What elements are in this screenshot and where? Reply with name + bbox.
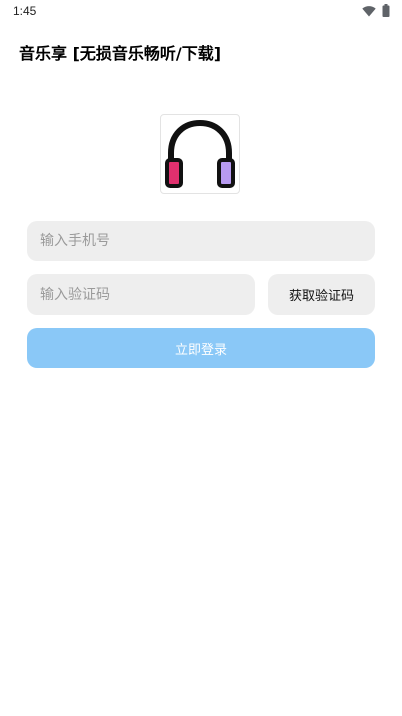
phone-input[interactable] <box>27 221 375 261</box>
login-button-label: 立即登录 <box>174 342 227 358</box>
right-ear-cup <box>217 158 235 188</box>
battery-icon <box>382 2 390 21</box>
status-time: 1:45 <box>13 4 37 18</box>
status-icons <box>362 2 390 21</box>
verification-code-input[interactable] <box>27 274 255 315</box>
login-button[interactable]: 立即登录 <box>27 328 375 368</box>
headphones-icon <box>165 119 235 188</box>
app-logo <box>160 114 240 194</box>
page-title: 音乐享 [无损音乐畅听/下载] <box>19 44 222 63</box>
get-code-button-label: 获取验证码 <box>288 289 354 304</box>
status-bar: 1:45 <box>0 0 402 24</box>
wifi-icon <box>362 2 376 21</box>
left-ear-cup <box>165 158 183 188</box>
get-code-button[interactable]: 获取验证码 <box>268 274 375 315</box>
